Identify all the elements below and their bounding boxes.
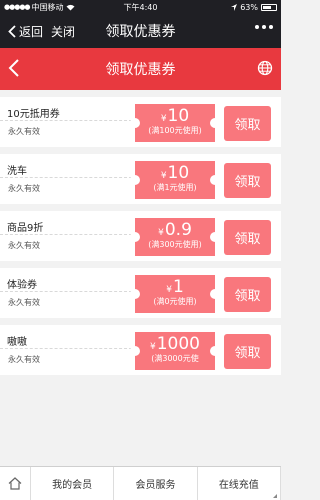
coupon-validity: 永久有效 bbox=[8, 241, 40, 250]
home-button[interactable] bbox=[0, 466, 31, 500]
ticket-value: ¥ 1 bbox=[135, 275, 215, 297]
coupon-condition: (满1元使用) bbox=[153, 183, 197, 192]
coupon-validity: 永久有效 bbox=[8, 127, 40, 136]
nav-item-my-membership[interactable]: 我的会员 bbox=[31, 466, 115, 500]
divider bbox=[0, 291, 132, 292]
location-icon bbox=[231, 3, 238, 11]
coupon-name: 10元抵用券 bbox=[7, 109, 60, 120]
back-label: 返回 bbox=[19, 24, 44, 39]
coupon-ticket: ¥ 10 (满1元使用) bbox=[130, 161, 220, 199]
coupon-amount: 1 bbox=[172, 277, 184, 297]
bottom-nav: 我的会员 会员服务 在线充值 bbox=[0, 466, 281, 500]
coupon-name: 嗷嗷 bbox=[7, 337, 27, 348]
coupon-condition: (满0元使用) bbox=[153, 297, 197, 306]
claim-button[interactable]: 领取 bbox=[224, 334, 271, 369]
currency-symbol: ¥ bbox=[160, 114, 167, 124]
battery-icon bbox=[261, 3, 277, 11]
coupon-ticket: ¥ 0.9 (满300元使用) bbox=[130, 218, 220, 256]
signal-icon: ●●●●● bbox=[4, 3, 31, 11]
coupon-name: 洗车 bbox=[7, 166, 27, 177]
coupon-validity: 永久有效 bbox=[8, 298, 40, 307]
coupon-name: 体验券 bbox=[7, 280, 37, 291]
back-button[interactable]: 返回 bbox=[8, 23, 43, 40]
divider bbox=[0, 177, 132, 178]
nav-item-label: 在线充值 bbox=[218, 480, 259, 491]
claim-button[interactable]: 领取 bbox=[224, 106, 271, 141]
coupon-card: 10元抵用券 永久有效 ¥ 10 (满100元使用) 领取 bbox=[0, 97, 281, 147]
coupon-amount: 10 bbox=[167, 106, 190, 126]
claim-button[interactable]: 领取 bbox=[224, 220, 271, 255]
globe-icon[interactable] bbox=[257, 60, 273, 76]
status-right: 63% bbox=[231, 3, 277, 12]
currency-symbol: ¥ bbox=[166, 285, 172, 295]
coupon-validity: 永久有效 bbox=[8, 184, 40, 193]
more-menu-icon[interactable] bbox=[255, 25, 273, 29]
ticket-value: ¥ 10 bbox=[135, 161, 215, 183]
coupon-condition: (满3000元使 bbox=[151, 354, 199, 363]
claim-button[interactable]: 领取 bbox=[224, 277, 271, 312]
currency-symbol: ¥ bbox=[160, 171, 167, 181]
wechat-title: 领取优惠券 bbox=[105, 24, 176, 40]
coupon-condition: (满300元使用) bbox=[148, 240, 202, 249]
chevron-left-icon bbox=[8, 24, 16, 38]
ticket-value: ¥ 10 bbox=[135, 104, 215, 126]
corner-arrow-icon bbox=[273, 494, 277, 498]
nav-item-label: 我的会员 bbox=[52, 480, 93, 491]
claim-button[interactable]: 领取 bbox=[224, 163, 271, 198]
status-left: ●●●●● 中国移动 bbox=[4, 2, 75, 13]
coupon-condition: (满100元使用) bbox=[148, 126, 202, 135]
battery-percent: 63% bbox=[240, 2, 258, 12]
status-time: 下午4:40 bbox=[123, 2, 158, 12]
ticket-value: ¥ 1000 bbox=[135, 332, 215, 354]
nav-item-label: 会员服务 bbox=[135, 480, 176, 491]
divider bbox=[0, 348, 132, 349]
app-header: 领取优惠券 bbox=[0, 48, 281, 90]
coupon-amount: 0.9 bbox=[164, 220, 192, 240]
coupon-amount: 10 bbox=[167, 163, 190, 183]
home-icon bbox=[8, 477, 22, 490]
coupon-ticket: ¥ 10 (满100元使用) bbox=[130, 104, 220, 142]
currency-symbol: ¥ bbox=[150, 342, 156, 352]
coupon-amount: 1000 bbox=[156, 334, 200, 354]
back-arrow-icon[interactable] bbox=[8, 58, 20, 78]
coupon-validity: 永久有效 bbox=[8, 355, 40, 364]
divider bbox=[0, 234, 132, 235]
divider bbox=[0, 120, 132, 121]
page-title: 领取优惠券 bbox=[105, 62, 176, 78]
coupon-card: 洗车 永久有效 ¥ 10 (满1元使用) 领取 bbox=[0, 154, 281, 204]
nav-item-member-service[interactable]: 会员服务 bbox=[114, 466, 198, 500]
close-button[interactable]: 关闭 bbox=[51, 23, 75, 40]
carrier-label: 中国移动 bbox=[31, 2, 64, 12]
coupon-name: 商品9折 bbox=[7, 223, 44, 234]
coupon-ticket: ¥ 1000 (满3000元使 bbox=[130, 332, 220, 370]
wechat-nav-bar: 返回 关闭 领取优惠券 bbox=[0, 14, 281, 48]
status-bar: ●●●●● 中国移动 下午4:40 63% bbox=[0, 0, 281, 14]
coupon-card: 商品9折 永久有效 ¥ 0.9 (满300元使用) 领取 bbox=[0, 211, 281, 261]
coupon-card: 体验券 永久有效 ¥ 1 (满0元使用) 领取 bbox=[0, 268, 281, 318]
nav-item-online-recharge[interactable]: 在线充值 bbox=[198, 466, 281, 500]
wifi-icon bbox=[66, 4, 75, 10]
coupon-card: 嗷嗷 永久有效 ¥ 1000 (满3000元使 领取 bbox=[0, 325, 281, 375]
ticket-value: ¥ 0.9 bbox=[135, 218, 215, 240]
currency-symbol: ¥ bbox=[158, 228, 164, 238]
coupon-ticket: ¥ 1 (满0元使用) bbox=[130, 275, 220, 313]
